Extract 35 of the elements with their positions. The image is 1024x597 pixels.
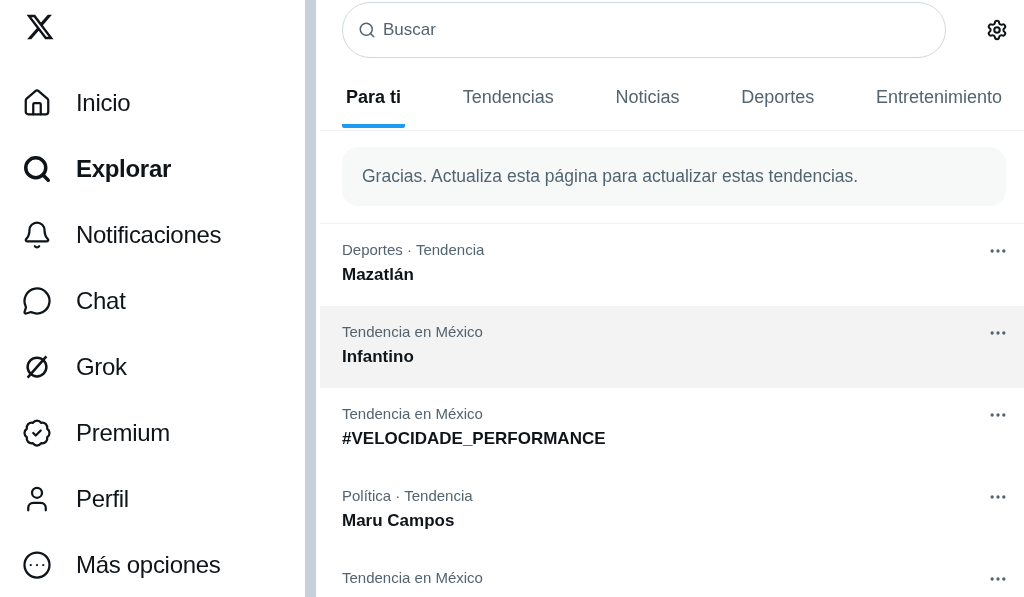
trend-item[interactable]: Tendencia en México Infantino [320,306,1024,388]
tab[interactable]: Tendencias [458,70,558,128]
search-icon [22,154,52,184]
more-icon [22,550,52,580]
trend-title: Mazatlán [342,265,415,285]
tab[interactable]: Noticias [611,70,684,128]
nav-item[interactable]: Perfil [22,466,129,532]
nav-item[interactable]: Premium [22,400,170,466]
tab[interactable]: Deportes [737,70,819,128]
nav-item[interactable]: Más opciones [22,532,221,597]
nav-item[interactable]: Inicio [22,70,131,136]
trend-title: #VELOCIDADE_PERFORMANCE [342,429,606,449]
tab[interactable]: Entretenimiento [871,70,1006,128]
search-icon [358,21,376,39]
bell-icon [22,220,52,250]
chat-icon [22,286,52,316]
nav-item[interactable]: Chat [22,268,126,334]
notice-banner: Gracias. Actualiza esta página para actualizar estas tendencias. [342,147,1006,206]
settings-icon[interactable] [986,19,1008,41]
trend-title: Infantino [342,347,415,367]
scrollbar[interactable] [305,0,316,597]
nav-item[interactable]: Grok [22,334,127,400]
home-icon [22,88,52,118]
trend-category: Tendencia en México [342,569,483,586]
nav-item[interactable]: Notificaciones [22,202,222,268]
search-field[interactable]: Buscar [342,2,946,58]
trend-category: Política · Tendencia [342,487,473,504]
trend-category: Tendencia en México [342,323,483,340]
nav-item[interactable]: Explorar [22,136,171,202]
tab[interactable]: Para ti [342,70,406,128]
trend-category: Tendencia en México [342,405,484,422]
trend-title: Maru Campos [342,511,456,531]
trend-category: Deportes · Tendencia [342,241,485,258]
x-logo[interactable] [25,12,55,42]
badge-check-icon [22,418,52,448]
